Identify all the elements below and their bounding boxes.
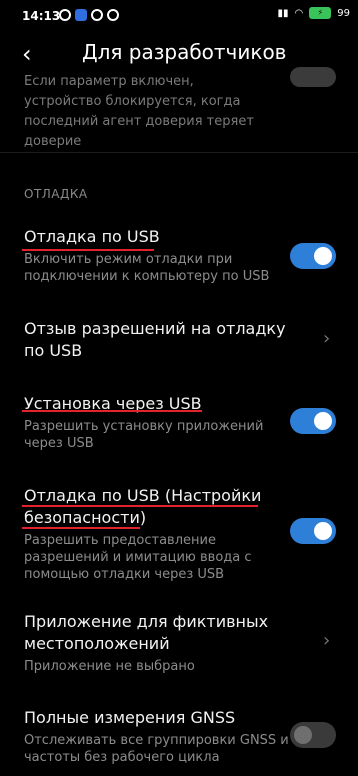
status-bar: 14:13 ▮▮ ◠ ⚡ 99 [0,0,358,32]
item-subtitle: Отслеживать все группировки GNSS и часто… [24,733,289,765]
notification-icon [59,9,71,21]
toggle-knob [314,412,332,430]
red-underline [22,505,258,507]
usb-debugging-security-item[interactable]: Отладка по USB (Настройки безопасности) … [24,485,294,583]
chevron-right-icon: › [323,328,331,349]
section-title: ОТЛАДКА [24,187,88,201]
red-underline [22,249,154,251]
item-subtitle: Приложение не выбрано [24,659,195,674]
usb-debugging-security-toggle[interactable] [290,518,336,544]
install-via-usb-toggle[interactable] [290,408,336,434]
app-icon [75,9,87,21]
section-divider [0,152,358,153]
signal-icon: ▮▮ [277,7,289,19]
notification-icon [91,9,103,21]
item-title: Отладка по USB [24,227,160,246]
mock-location-app-item[interactable]: Приложение для фиктивных местоположений … [24,611,294,675]
item-subtitle: Включить режим отладки при подключении к… [24,252,270,284]
chevron-right-icon: › [323,630,331,651]
revoke-usb-auth-item[interactable]: Отзыв разрешений на отладку по USB [24,318,294,362]
trust-agent-toggle[interactable] [290,67,336,87]
item-title: Отладка по USB (Настройки безопасности) [24,486,262,527]
gnss-measurements-item[interactable]: Полные измерения GNSS Отслеживать все гр… [24,707,294,766]
battery-icon: ⚡ [309,7,332,19]
back-button[interactable]: ‹ [22,40,32,68]
status-time: 14:13 [22,9,61,23]
red-underline [22,410,202,412]
shield-icon [107,9,119,21]
page-title: Для разработчиков [82,40,287,64]
notification-icons [59,9,119,21]
gnss-measurements-toggle[interactable] [290,722,336,748]
item-title: Приложение для фиктивных местоположений [24,612,269,653]
toggle-knob [314,247,332,265]
install-via-usb-item[interactable]: Установка через USB Разрешить установку … [24,393,294,452]
wifi-icon: ◠ [294,7,304,19]
toggle-knob [294,726,312,744]
usb-debugging-toggle[interactable] [290,243,336,269]
toggle-knob [314,522,332,540]
system-icons: ▮▮ ◠ ⚡ 99 [278,7,350,19]
usb-debugging-item[interactable]: Отладка по USB Включить режим отладки пр… [24,226,294,285]
red-underline [22,527,140,529]
trust-agent-subtitle: Если параметр включен, устройство блокир… [24,74,254,149]
item-subtitle: Разрешить установку приложений через USB [24,419,264,451]
item-title: Отзыв разрешений на отладку по USB [24,319,286,360]
item-subtitle: Разрешить предоставление разрешений и им… [24,533,252,582]
item-title: Полные измерения GNSS [24,708,236,727]
battery-percent: 99 [337,7,350,19]
